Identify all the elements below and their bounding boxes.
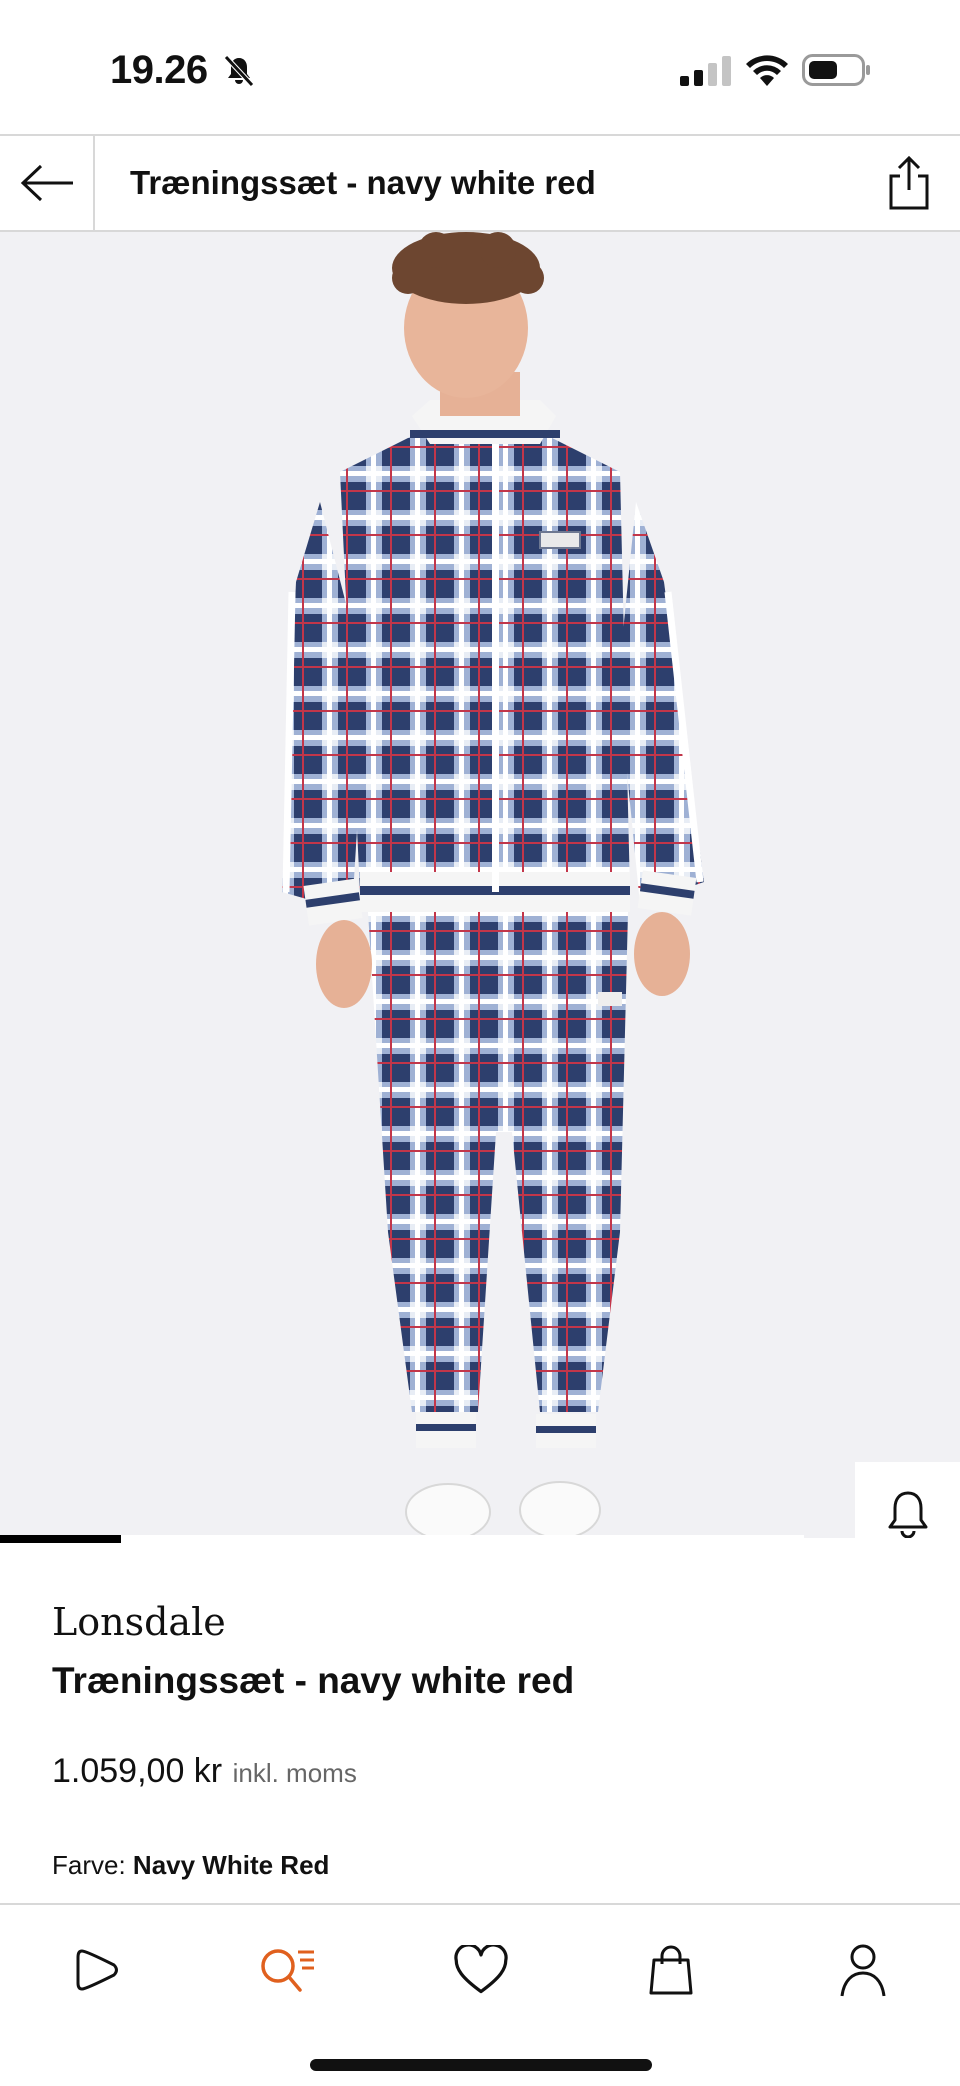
color-value: Navy White Red [132,1850,330,1880]
header-title: Træningssæt - navy white red [130,164,596,201]
nav-favorites[interactable] [446,1935,516,2005]
heart-icon [454,1945,508,1994]
play-home-icon [76,1949,118,1991]
wifi-icon [746,55,788,86]
search-list-icon [261,1949,314,1992]
carousel-progress [0,1535,804,1543]
nav-search[interactable] [252,1935,322,2005]
bell-slash-icon [224,55,254,87]
battery-icon [802,54,870,86]
bottom-navigation [0,1903,960,2086]
status-time: 19.26 [110,48,208,92]
brand-name[interactable]: Lonsdale [52,1600,226,1644]
product-title: Træningssæt - navy white red [52,1660,575,1701]
price-row: 1.059,00 kr inkl. moms [52,1752,357,1791]
status-bar: 19.26 [0,0,960,134]
share-button[interactable] [878,152,940,214]
product-photo [282,232,704,1538]
carousel-progress-fill [0,1535,121,1543]
product-image[interactable] [0,232,960,1538]
side-actions [855,1462,960,1538]
nav-account[interactable] [828,1935,898,2005]
cellular-signal-icon [680,56,731,86]
price: 1.059,00 kr [52,1752,223,1790]
notify-button[interactable] [855,1462,960,1538]
shopping-bag-icon [649,1945,693,1995]
arrow-left-icon [20,164,73,202]
color-row: Farve: Navy White Red [52,1850,329,1881]
home-indicator[interactable] [310,2059,652,2071]
top-app-bar: Træningssæt - navy white red [0,134,960,232]
color-label: Farve: [52,1850,126,1880]
bell-icon [888,1491,927,1538]
nav-home[interactable] [62,1935,132,2005]
vat-note: inkl. moms [232,1758,357,1788]
back-button[interactable] [0,136,95,230]
nav-bag[interactable] [636,1935,706,2005]
user-icon [840,1944,886,1997]
share-icon [889,156,929,210]
